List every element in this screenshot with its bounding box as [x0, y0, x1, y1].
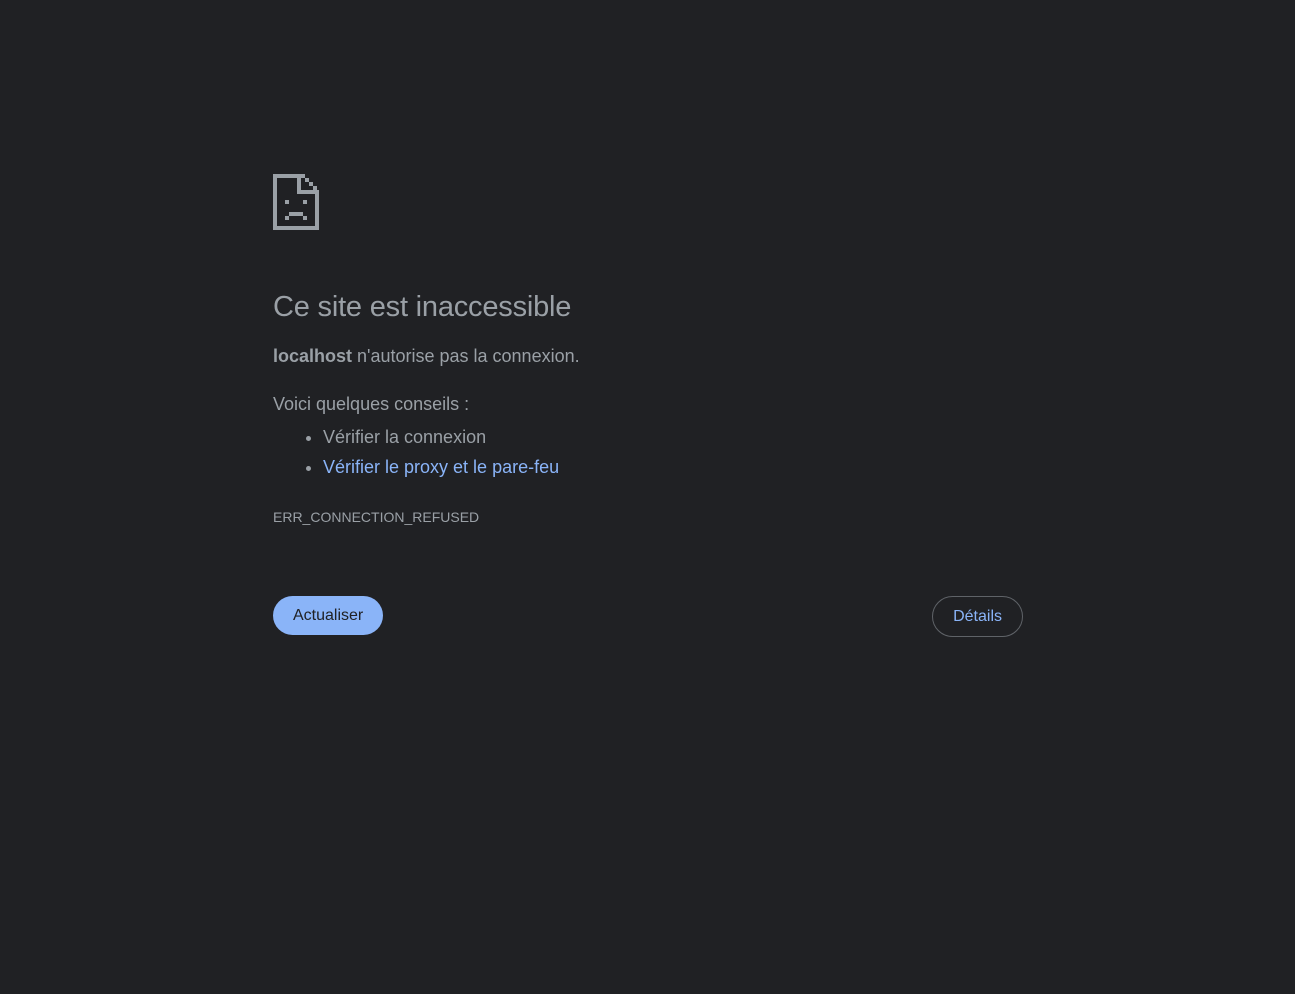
list-item: Vérifier la connexion	[323, 422, 1023, 452]
page-title: Ce site est inaccessible	[273, 291, 572, 323]
suggestion-check-proxy-link[interactable]: Vérifier le proxy et le pare-feu	[323, 457, 559, 477]
error-summary: localhost n'autorise pas la connexion.	[273, 344, 1023, 368]
error-summary-text: n'autorise pas la connexion.	[352, 346, 580, 366]
details-button[interactable]: Détails	[932, 596, 1023, 637]
suggestions-list: Vérifier la connexion Vérifier le proxy …	[273, 422, 1023, 482]
reload-button[interactable]: Actualiser	[273, 596, 384, 635]
error-page: Ce site est inaccessible localhost n'aut…	[0, 0, 1295, 994]
error-host: localhost	[273, 346, 353, 366]
button-row: Actualiser Détails	[273, 596, 1023, 638]
suggestions-heading: Voici quelques conseils :	[273, 394, 470, 414]
error-content: Ce site est inaccessible localhost n'aut…	[273, 174, 1023, 527]
suggestion-check-connection: Vérifier la connexion	[323, 427, 487, 447]
error-code: ERR_CONNECTION_REFUSED	[273, 509, 480, 525]
list-item: Vérifier le proxy et le pare-feu	[323, 452, 1023, 482]
sad-document-icon	[273, 174, 319, 230]
